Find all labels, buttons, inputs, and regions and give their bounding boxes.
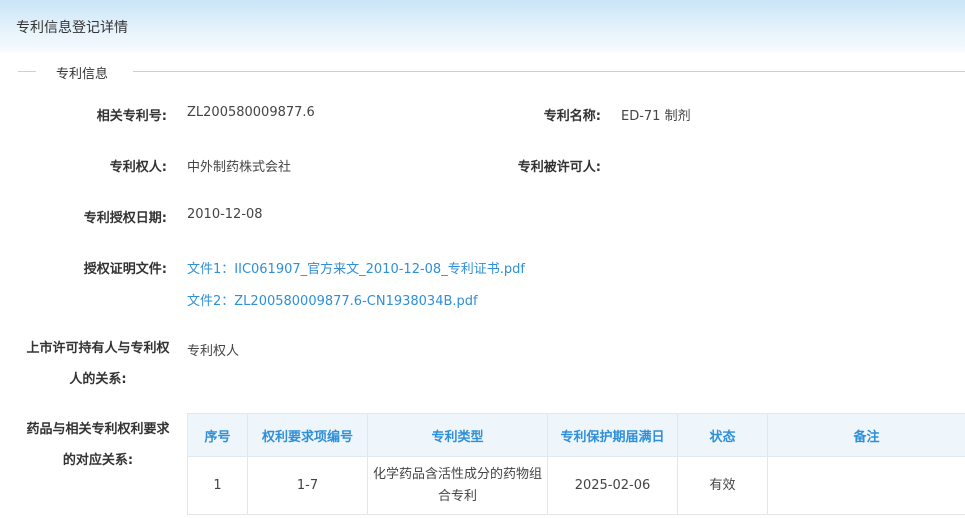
certificate-file-link-1[interactable]: 文件1：IIC061907_官方来文_2010-12-08_专利证书.pdf: [187, 258, 525, 277]
cell-remarks: [767, 456, 965, 515]
cell-patent-type: 化学药品含活性成分的药物组合专利: [367, 456, 548, 515]
section-title: 专利信息: [56, 67, 109, 82]
cell-status: 有效: [677, 456, 768, 515]
cell-claim-no: 1-7: [247, 456, 368, 515]
patent-name-label: 专利名称:: [543, 109, 601, 124]
patent-number-value: ZL200580009877.6: [187, 105, 315, 120]
column-header-remarks: 备注: [767, 413, 965, 457]
column-header-patent-type: 专利类型: [367, 413, 548, 457]
certificate-files-label: 授权证明文件:: [83, 262, 167, 277]
patent-licensee-label: 专利被许可人:: [517, 160, 601, 175]
page-header: 专利信息登记详情: [0, 0, 965, 52]
holder-relation-label: 上市许可持有人与专利权 人的关系:: [18, 333, 178, 395]
patent-holder-value: 中外制药株式会社: [187, 160, 292, 175]
claims-table: 序号 权利要求项编号 专利类型 专利保护期届满日 状态 备注 1 1-7 化学药…: [187, 413, 965, 515]
holder-relation-value: 专利权人: [187, 344, 240, 359]
column-header-expiry-date: 专利保护期届满日: [547, 413, 678, 457]
claims-mapping-label: 药品与相关专利权利要求 的对应关系:: [18, 414, 178, 476]
claims-mapping-label-line1: 药品与相关专利权利要求: [26, 422, 170, 437]
holder-relation-label-line1: 上市许可持有人与专利权: [26, 341, 170, 356]
table-row: 1 1-7 化学药品含活性成分的药物组合专利 2025-02-06 有效: [187, 456, 965, 515]
patent-holder-label: 专利权人:: [109, 160, 167, 175]
certificate-file-link-2[interactable]: 文件2：ZL200580009877.6-CN1938034B.pdf: [187, 290, 478, 309]
claims-mapping-label-line2: 的对应关系:: [62, 453, 134, 468]
patent-name-value: ED-71 制剂: [621, 109, 691, 124]
section-divider-left: [18, 71, 36, 72]
patent-number-label: 相关专利号:: [96, 109, 167, 124]
grant-date-value: 2010-12-08: [187, 207, 263, 222]
cell-expiry-date: 2025-02-06: [547, 456, 678, 515]
holder-relation-label-line2: 人的关系:: [69, 372, 127, 387]
column-header-claim-no: 权利要求项编号: [247, 413, 368, 457]
column-header-status: 状态: [677, 413, 768, 457]
page-title: 专利信息登记详情: [16, 20, 128, 36]
section-divider-right: [133, 71, 965, 72]
column-header-seq: 序号: [187, 413, 248, 457]
cell-seq: 1: [187, 456, 248, 515]
grant-date-label: 专利授权日期:: [83, 211, 167, 226]
claims-table-header-row: 序号 权利要求项编号 专利类型 专利保护期届满日 状态 备注: [187, 413, 965, 457]
